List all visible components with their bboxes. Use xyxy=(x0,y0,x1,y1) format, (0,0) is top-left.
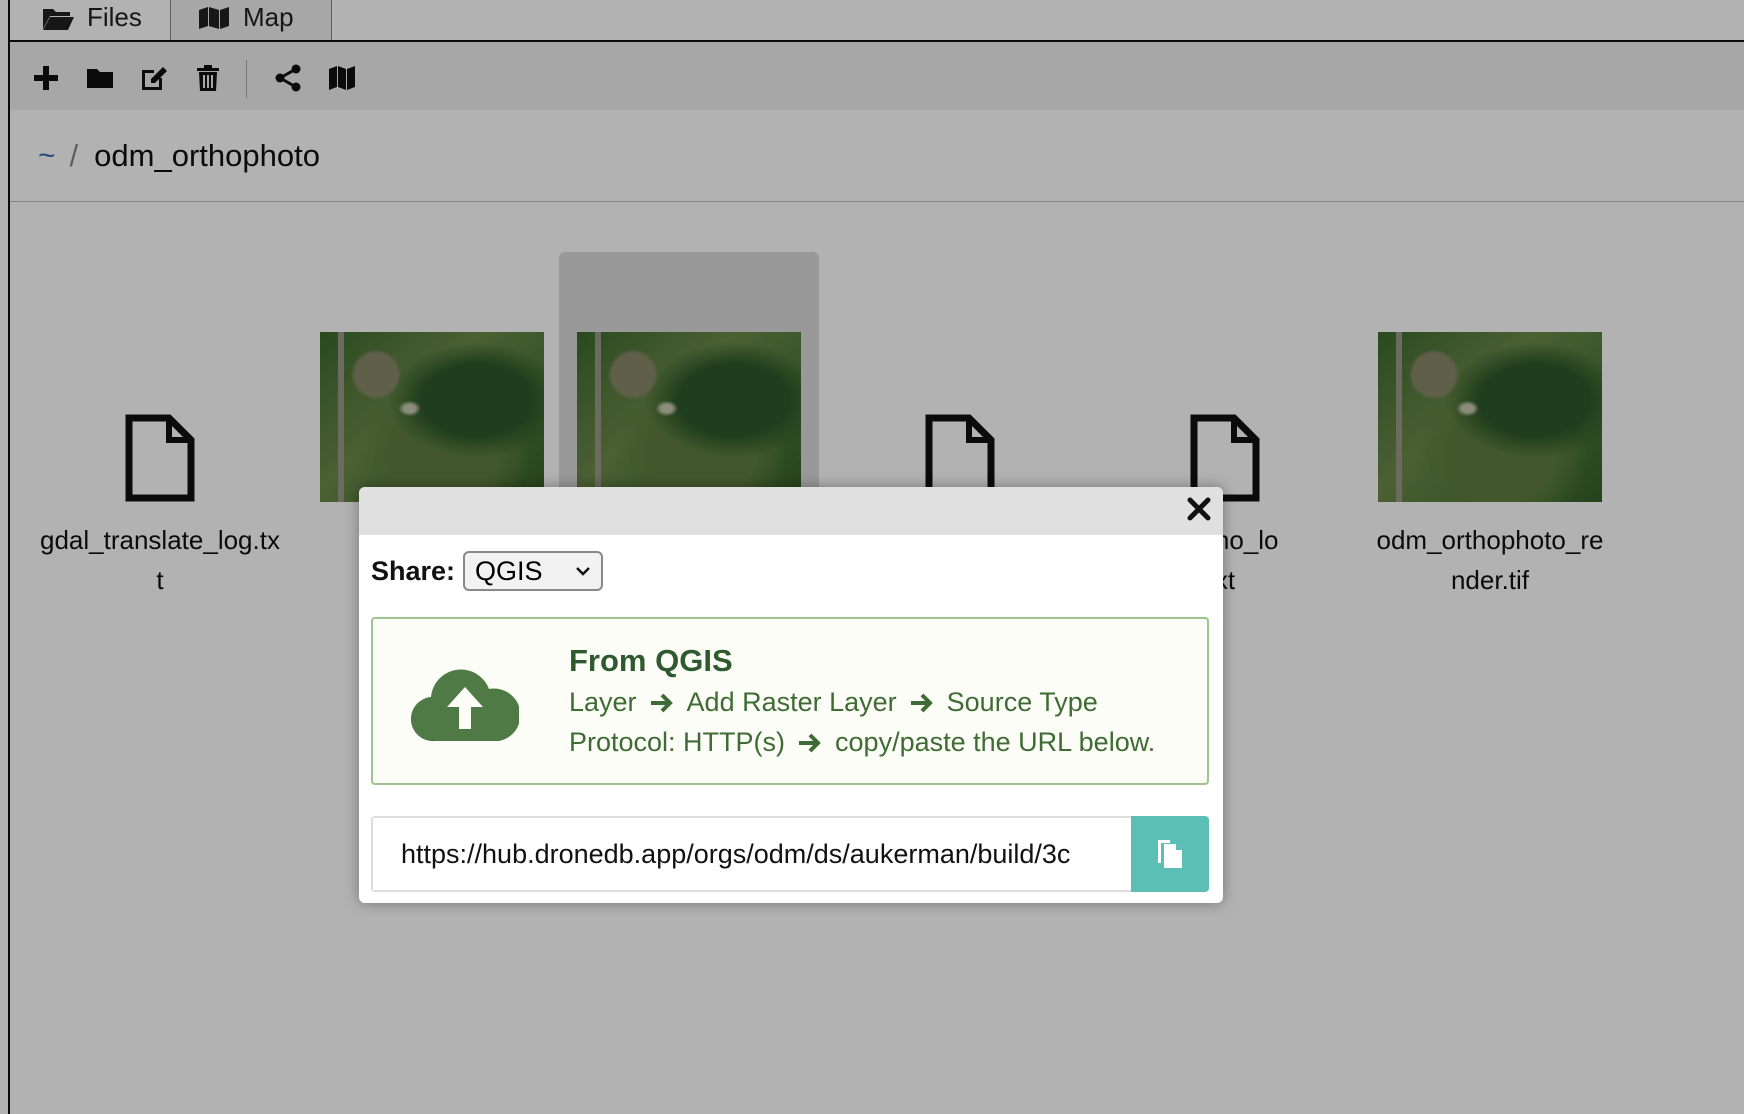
instructions-line-2: Protocol: HTTP(s) copy/paste the URL bel… xyxy=(569,727,1155,758)
qgis-instructions: From QGIS Layer Add Raster Layer Source … xyxy=(371,617,1209,785)
share-url-input[interactable] xyxy=(373,818,1135,890)
step-text: Source Type xyxy=(946,687,1098,717)
chevron-down-icon xyxy=(576,567,590,576)
arrow-right-icon xyxy=(910,693,933,712)
close-icon[interactable] xyxy=(1185,495,1213,523)
share-target-select[interactable]: QGIS xyxy=(463,551,604,591)
url-row xyxy=(371,816,1209,892)
copy-icon xyxy=(1158,840,1182,868)
instructions-title: From QGIS xyxy=(569,643,733,678)
step-text: copy/paste the URL below. xyxy=(835,727,1156,757)
instructions-line-1: Layer Add Raster Layer Source Type xyxy=(569,687,1098,718)
share-row: Share: QGIS xyxy=(371,551,604,591)
cloud-upload-icon xyxy=(411,669,519,742)
copy-url-button[interactable] xyxy=(1131,816,1209,892)
step-text: Protocol: HTTP(s) xyxy=(569,727,786,757)
step-text: Add Raster Layer xyxy=(686,687,897,717)
share-modal: Share: QGIS From QGIS Layer Add Raster L… xyxy=(359,487,1223,903)
arrow-right-icon xyxy=(799,733,821,752)
share-label: Share: xyxy=(371,555,456,586)
modal-header xyxy=(359,487,1223,535)
share-select-value: QGIS xyxy=(475,555,543,586)
arrow-right-icon xyxy=(650,693,673,712)
step-text: Layer xyxy=(569,687,637,717)
